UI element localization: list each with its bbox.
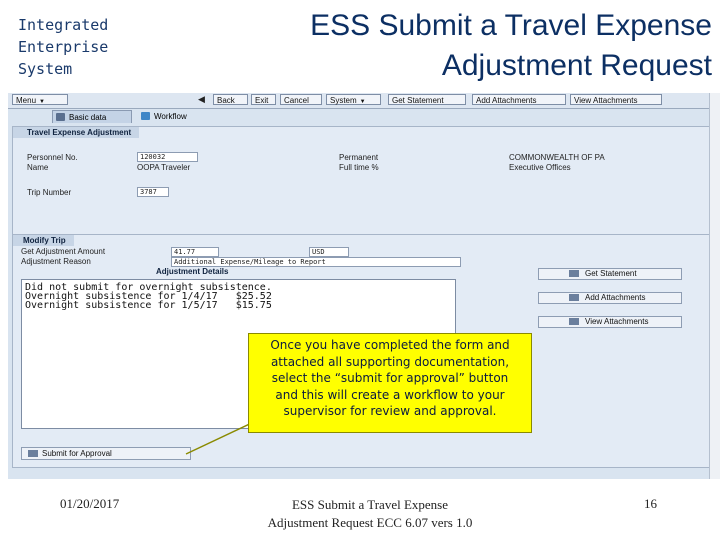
get-statement-label: Get Statement bbox=[585, 269, 637, 278]
menu-label: Menu bbox=[16, 96, 37, 105]
back-button[interactable]: Back bbox=[213, 94, 248, 105]
footer-line: ESS Submit a Travel Expense bbox=[291, 497, 448, 512]
dropdown-icon: ▼ bbox=[39, 99, 45, 105]
submit-icon bbox=[28, 450, 38, 457]
cancel-button[interactable]: Cancel bbox=[280, 94, 322, 105]
add-attachments-toolbar-button[interactable]: Add Attachments bbox=[472, 94, 566, 105]
attachment-icon bbox=[569, 294, 579, 301]
full-time-label: Full time % bbox=[339, 163, 379, 172]
currency-field[interactable]: USD bbox=[309, 247, 349, 257]
back-label: Back bbox=[217, 96, 235, 105]
tabstrip: Basic data Workflow bbox=[8, 109, 720, 124]
add-attachments-button[interactable]: Add Attachments bbox=[538, 292, 682, 304]
org-line: Integrated bbox=[18, 16, 109, 34]
adjustment-amount-field[interactable]: 41.77 bbox=[171, 247, 219, 257]
view-icon bbox=[569, 318, 579, 325]
panel-header: Modify Trip bbox=[13, 235, 74, 246]
tab-workflow[interactable]: Workflow bbox=[138, 110, 218, 123]
get-statement-button[interactable]: Get Statement bbox=[538, 268, 682, 280]
callout-line: and this will create a workflow to your bbox=[275, 387, 505, 402]
callout-line: Once you have completed the form and bbox=[270, 338, 510, 352]
permanent-label: Permanent bbox=[339, 153, 379, 162]
name-value: OOPA Traveler bbox=[137, 163, 191, 172]
submit-for-approval-button[interactable]: Submit for Approval bbox=[21, 447, 191, 460]
organization-value: COMMONWEALTH OF PA bbox=[509, 153, 605, 162]
get-statement-label: Get Statement bbox=[392, 96, 444, 105]
personnel-no-field: 120032 bbox=[137, 152, 198, 162]
callout-line: supervisor for review and approval. bbox=[283, 404, 497, 418]
submit-label: Submit for Approval bbox=[42, 449, 112, 458]
panel-header: Travel Expense Adjustment bbox=[13, 127, 140, 138]
tab-basic-data[interactable]: Basic data bbox=[52, 110, 132, 123]
dropdown-icon: ▼ bbox=[359, 99, 366, 105]
org-unit-value: Executive Offices bbox=[509, 163, 571, 172]
org-line: System bbox=[18, 60, 73, 78]
tab-label: Basic data bbox=[69, 113, 107, 122]
footer-line: Adjustment Request ECC 6.07 vers 1.0 bbox=[267, 515, 473, 530]
slide-title: ESS Submit a Travel Expense Adjustment R… bbox=[242, 6, 712, 86]
org-line: Enterprise bbox=[18, 38, 109, 56]
instruction-callout: Once you have completed the form and att… bbox=[248, 333, 532, 433]
adjustment-details-label: Adjustment Details bbox=[156, 267, 229, 276]
callout-line: select the “submit for approval” button bbox=[271, 371, 509, 385]
exit-label: Exit bbox=[255, 96, 269, 105]
footer-document-title: ESS Submit a Travel Expense Adjustment R… bbox=[250, 496, 490, 532]
view-attachments-label: View Attachments bbox=[585, 317, 649, 326]
adjustment-reason-label: Adjustment Reason bbox=[21, 257, 91, 266]
slide-title-line1: ESS Submit a Travel Expense bbox=[310, 9, 712, 42]
scrollbar[interactable] bbox=[709, 93, 720, 479]
view-attachments-toolbar-button[interactable]: View Attachments bbox=[570, 94, 662, 105]
trip-number-field: 3787 bbox=[137, 187, 169, 197]
add-attachments-label: Add Attachments bbox=[585, 293, 646, 302]
cancel-label: Cancel bbox=[284, 96, 309, 105]
adjustment-amount-label: Get Adjustment Amount bbox=[21, 247, 106, 256]
page-number: 16 bbox=[644, 496, 657, 511]
tab-label: Workflow bbox=[154, 112, 187, 121]
personnel-no-label: Personnel No. bbox=[27, 153, 78, 162]
callout-line: attached all supporting documentation, bbox=[270, 354, 510, 369]
organization-name: Integrated Enterprise System bbox=[18, 14, 158, 80]
workflow-icon bbox=[141, 112, 150, 120]
slide-title-line2: Adjustment Request bbox=[441, 49, 712, 82]
menu-button[interactable]: Menu ▼ bbox=[12, 94, 68, 105]
back-arrow-icon[interactable]: ◀ bbox=[198, 94, 205, 106]
statement-icon bbox=[569, 270, 579, 277]
travel-expense-adjustment-panel: Travel Expense Adjustment Personnel No. … bbox=[12, 126, 720, 236]
add-attachments-label: Add Attachments bbox=[476, 96, 537, 105]
view-attachments-label: View Attachments bbox=[574, 96, 638, 105]
get-statement-toolbar-button[interactable]: Get Statement bbox=[388, 94, 466, 105]
adjustment-reason-field[interactable]: Additional Expense/Mileage to Report bbox=[171, 257, 461, 267]
name-label: Name bbox=[27, 163, 49, 172]
footer-date: 01/20/2017 bbox=[60, 496, 120, 511]
system-button[interactable]: System ▼ bbox=[326, 94, 381, 105]
details-line: Overnight subsistence for 1/5/17 $15.75 bbox=[25, 300, 272, 311]
view-attachments-button[interactable]: View Attachments bbox=[538, 316, 682, 328]
system-label: System bbox=[330, 96, 357, 105]
toolbar: Menu ▼ ◀ Back Exit Cancel System ▼ Get Sta… bbox=[8, 93, 720, 109]
trip-number-label: Trip Number bbox=[27, 188, 72, 197]
basic-data-icon bbox=[56, 113, 65, 121]
exit-button[interactable]: Exit bbox=[251, 94, 276, 105]
